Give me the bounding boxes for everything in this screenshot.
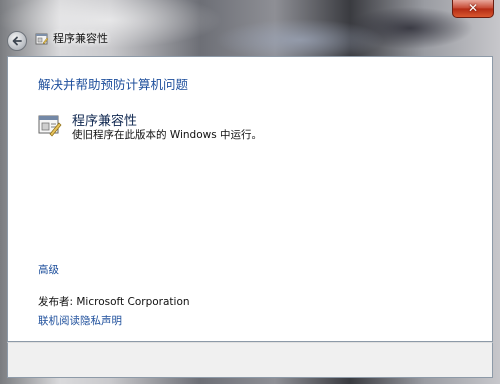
compatibility-icon xyxy=(35,33,49,45)
task-description: 使旧程序在此版本的 Windows 中运行。 xyxy=(72,129,263,141)
close-button[interactable]: ✕ xyxy=(452,0,494,18)
privacy-statement-link[interactable]: 联机阅读隐私声明 xyxy=(38,313,122,328)
back-arrow-icon xyxy=(12,36,22,46)
publisher-text: 发布者: Microsoft Corporation xyxy=(38,296,190,308)
advanced-link[interactable]: 高级 xyxy=(38,262,59,277)
footer-bar xyxy=(7,342,493,378)
close-icon: ✕ xyxy=(467,1,479,15)
compatibility-icon[interactable] xyxy=(38,113,62,137)
content-panel: 解决并帮助预防计算机问题 程序兼容性 使旧程序在此版本的 Windows 中运行… xyxy=(7,56,493,342)
back-button[interactable] xyxy=(7,31,27,51)
window-title: 程序兼容性 xyxy=(53,32,108,45)
page-title: 解决并帮助预防计算机问题 xyxy=(38,77,189,92)
